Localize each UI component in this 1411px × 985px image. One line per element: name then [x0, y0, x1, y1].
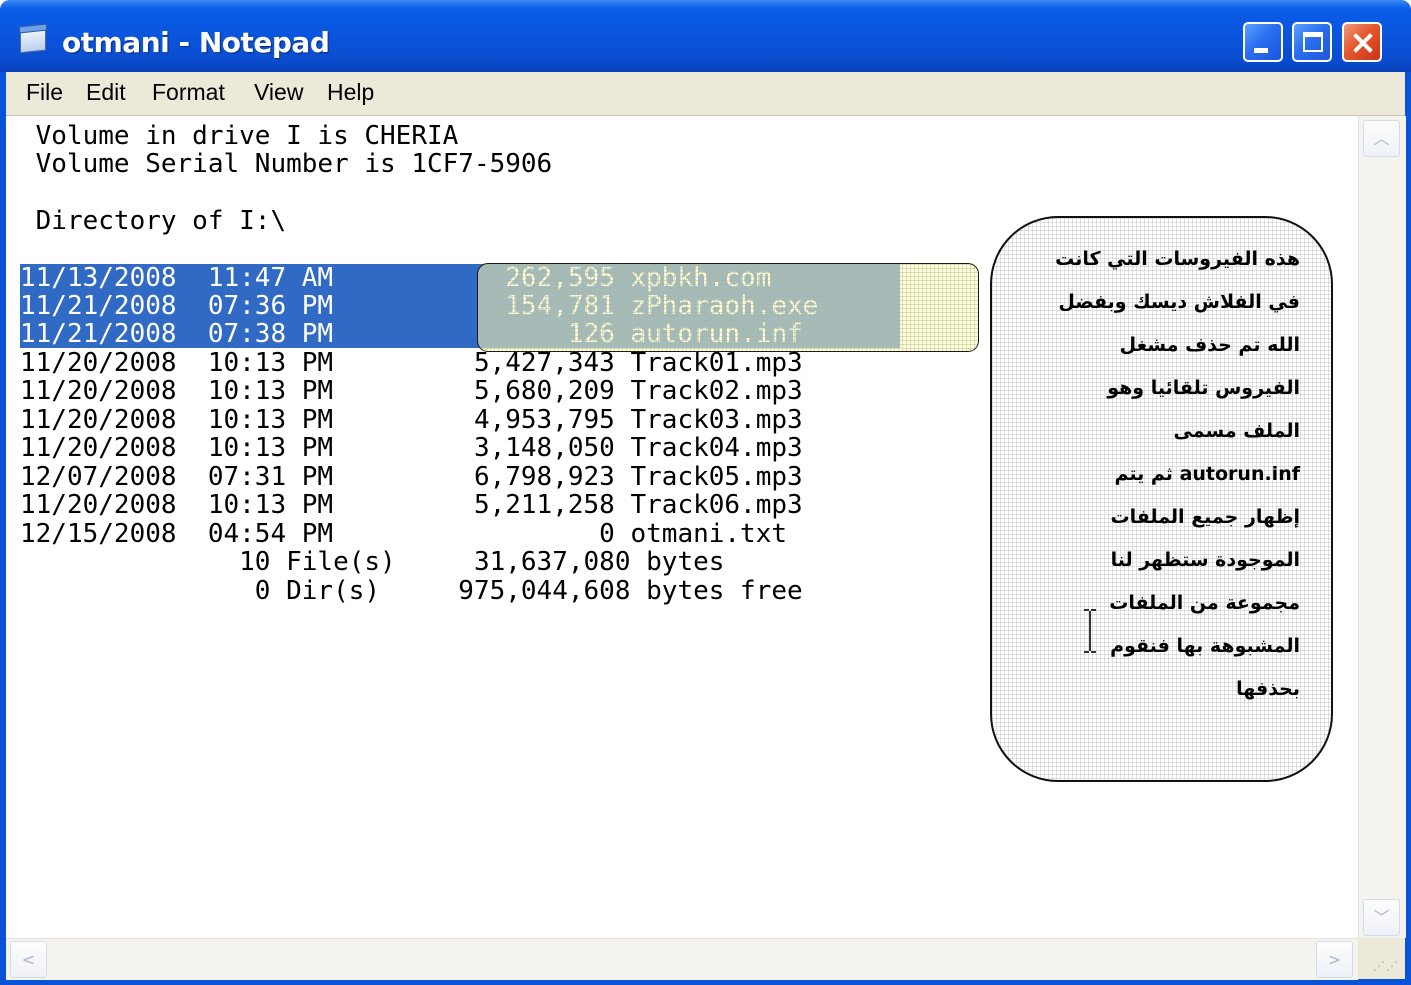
title-bar[interactable]: otmani - Notepad	[0, 0, 1411, 72]
text-line: 11/20/2008 10:13 PM 5,211,258 Track06.mp…	[20, 490, 803, 520]
horizontal-scrollbar[interactable]: < >	[6, 938, 1358, 980]
summary-files: 10 File(s) 31,637,080 bytes	[20, 547, 725, 577]
menu-view[interactable]: View	[254, 79, 303, 106]
maximize-button[interactable]	[1292, 22, 1332, 62]
scroll-down-button[interactable]: ﹀	[1363, 899, 1400, 936]
text-line: Volume Serial Number is 1CF7-5906	[20, 149, 553, 179]
resize-grip[interactable]: ⋰⋰	[1358, 938, 1405, 979]
menu-bar: File Edit Format View Help	[6, 72, 1405, 116]
annotation-line: المشبوهة بها فنقوم	[1110, 635, 1300, 657]
menu-file[interactable]: File	[26, 79, 63, 106]
text-cursor-icon	[1084, 609, 1096, 653]
annotation-line: في الفلاش ديسك وبفضل	[1058, 291, 1300, 313]
scroll-up-button[interactable]: ︿	[1363, 120, 1400, 157]
annotation-line: مجموعة من الملفات	[1109, 592, 1300, 614]
annotation-line: الله تم حذف مشغل	[1119, 334, 1300, 356]
annotation-line: بحذفها	[1236, 678, 1300, 700]
annotation-line: الفيروس تلقائيا وهو	[1107, 377, 1300, 399]
annotation-line: autorun.inf ثم يتم	[1114, 463, 1301, 485]
annotation-line: هذه الفيروسات التي كانت	[1055, 248, 1300, 270]
annotation-text: هذه الفيروسات التي كانت في الفلاش ديسك و…	[1010, 238, 1300, 711]
vertical-scrollbar[interactable]: ︿ ﹀	[1358, 116, 1406, 938]
annotation-line: الموجودة ستظهر لنا	[1110, 549, 1300, 571]
text-line: 11/20/2008 10:13 PM 3,148,050 Track04.mp…	[20, 433, 803, 463]
scroll-left-button[interactable]: <	[10, 941, 47, 978]
close-button[interactable]	[1342, 22, 1382, 62]
text-line: 11/20/2008 10:13 PM 5,427,343 Track01.mp…	[20, 348, 803, 378]
menu-format[interactable]: Format	[152, 79, 225, 106]
text-line: 12/07/2008 07:31 PM 6,798,923 Track05.mp…	[20, 462, 803, 492]
summary-dirs: 0 Dir(s) 975,044,608 bytes free	[20, 576, 803, 606]
menu-edit[interactable]: Edit	[86, 79, 126, 106]
notepad-app-icon[interactable]	[20, 26, 46, 54]
text-line: Directory of I:\	[20, 206, 287, 236]
annotation-line: إظهار جميع الملفات	[1110, 506, 1300, 528]
scroll-right-button[interactable]: >	[1316, 941, 1353, 978]
text-line: Volume in drive I is CHERIA	[20, 121, 459, 151]
menu-help[interactable]: Help	[327, 79, 374, 106]
text-line: 11/20/2008 10:13 PM 4,953,795 Track03.mp…	[20, 405, 803, 435]
window-title: otmani - Notepad	[62, 26, 330, 59]
highlight-callout	[477, 263, 979, 352]
text-line: 12/15/2008 04:54 PM 0 otmani.txt	[20, 519, 788, 549]
annotation-line: الملف مسمى	[1173, 420, 1300, 442]
minimize-button[interactable]	[1243, 22, 1283, 62]
resize-grip-icon: ⋰⋰	[1373, 959, 1399, 973]
text-line: 11/20/2008 10:13 PM 5,680,209 Track02.mp…	[20, 376, 803, 406]
